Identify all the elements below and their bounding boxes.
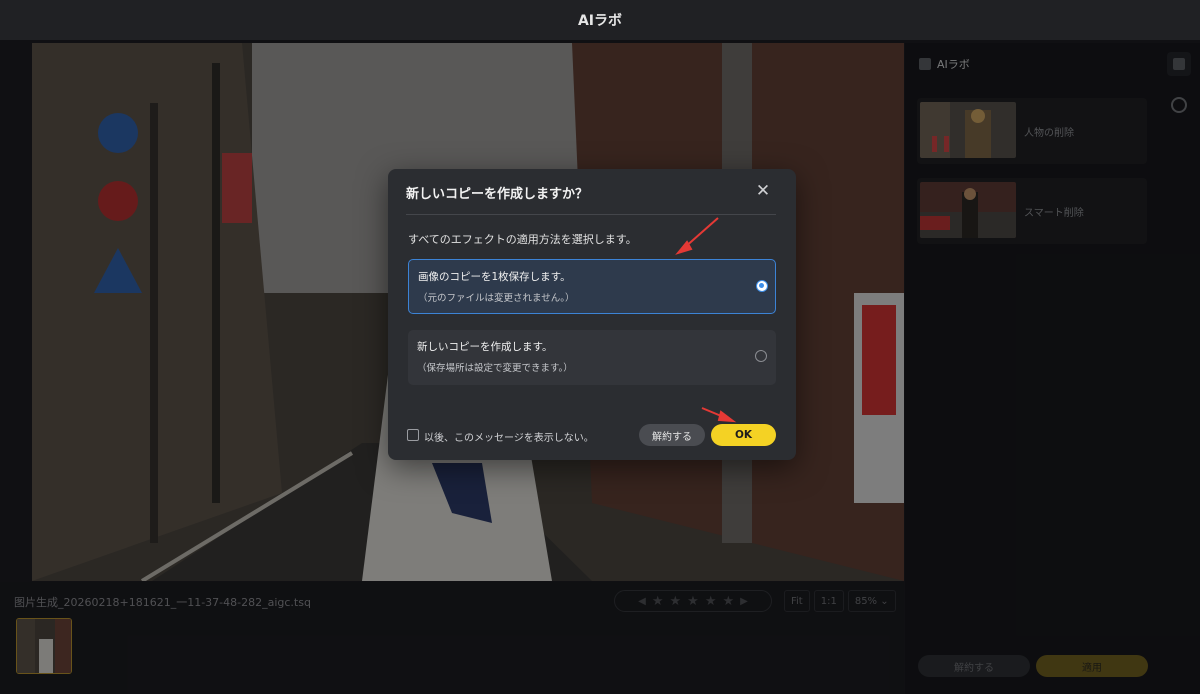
option-note: （元のファイルは変更されません。） — [418, 293, 575, 304]
radio-selected-icon[interactable] — [756, 280, 768, 292]
option-label: 新しいコピーを作成します。 — [417, 341, 553, 353]
close-icon[interactable]: ✕ — [754, 182, 772, 200]
ok-button[interactable]: OK — [711, 424, 776, 446]
dialog-subtitle: すべてのエフェクトの適用方法を選択します。 — [408, 233, 637, 246]
option-label: 画像のコピーを1枚保存します。 — [418, 271, 571, 283]
dialog-title: 新しいコピーを作成しますか？ — [406, 187, 589, 202]
divider — [406, 214, 776, 215]
cancel-button[interactable]: 解約する — [639, 424, 705, 446]
title-bar: AIラボ — [0, 0, 1200, 40]
checkbox-label[interactable]: 以後、このメッセージを表示しない。 — [424, 429, 594, 444]
app-title: AIラボ — [577, 13, 623, 29]
option-new-copy[interactable]: 新しいコピーを作成します。 （保存場所は設定で変更できます。） — [408, 330, 776, 385]
option-note: （保存場所は設定で変更できます。） — [417, 363, 573, 374]
radio-icon[interactable] — [755, 350, 767, 362]
dont-show-again-checkbox[interactable] — [407, 429, 419, 441]
create-copy-dialog: 新しいコピーを作成しますか？ ✕ すべてのエフェクトの適用方法を選択します。 画… — [388, 169, 796, 460]
option-save-copy[interactable]: 画像のコピーを1枚保存します。 （元のファイルは変更されません。） — [408, 259, 776, 314]
